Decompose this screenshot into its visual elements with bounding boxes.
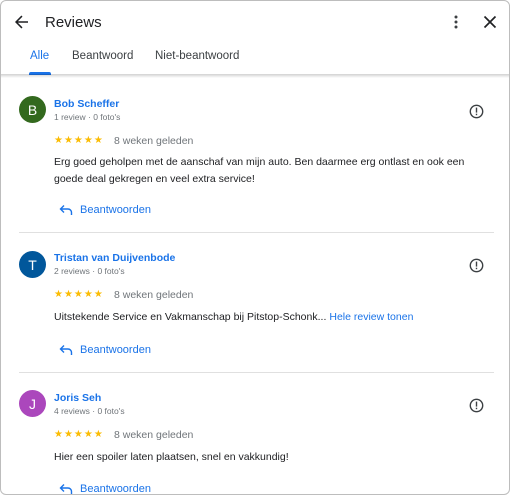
tab-alle[interactable]: Alle xyxy=(30,50,49,62)
review-text-body: Uitstekende Service en Vakmanschap bij P… xyxy=(54,311,327,323)
avatar[interactable]: J xyxy=(19,390,46,417)
review-text-body: Erg goed geholpen met de aanschaf van mi… xyxy=(54,156,465,185)
review-author[interactable]: Bob Scheffer xyxy=(54,98,119,110)
reply-icon xyxy=(59,204,73,216)
review-text: Erg goed geholpen met de aanschaf van mi… xyxy=(54,154,494,187)
divider xyxy=(19,372,494,373)
reply-icon xyxy=(59,483,73,494)
reply-label: Beantwoorden xyxy=(80,483,151,495)
star-rating: ★★★★★ xyxy=(54,289,104,300)
reply-label: Beantwoorden xyxy=(80,204,151,216)
report-flag-icon[interactable] xyxy=(467,396,485,414)
review-date: 8 weken geleden xyxy=(114,289,194,301)
close-icon[interactable] xyxy=(478,10,502,34)
review-meta: 2 reviews · 0 foto's xyxy=(54,266,125,276)
tabs-shadow xyxy=(1,74,509,78)
review-meta: 1 review · 0 foto's xyxy=(54,112,121,122)
report-flag-icon[interactable] xyxy=(467,256,485,274)
arrow-back-icon[interactable] xyxy=(10,10,34,34)
review-author[interactable]: Joris Seh xyxy=(54,392,101,404)
avatar[interactable]: T xyxy=(19,251,46,278)
review-text: Hier een spoiler laten plaatsen, snel en… xyxy=(54,449,494,466)
reviews-dialog: Reviews Alle Beantwoord Niet-beantwoord … xyxy=(0,0,510,495)
show-full-review-link[interactable]: Hele review tonen xyxy=(329,311,413,323)
reply-button[interactable]: Beantwoorden xyxy=(59,204,151,216)
dialog-header: Reviews xyxy=(1,1,509,43)
reply-label: Beantwoorden xyxy=(80,344,151,356)
avatar[interactable]: B xyxy=(19,96,46,123)
tab-beantwoord[interactable]: Beantwoord xyxy=(72,50,133,62)
reply-button[interactable]: Beantwoorden xyxy=(59,344,151,356)
tab-bar: Alle Beantwoord Niet-beantwoord xyxy=(1,43,509,75)
more-vertical-icon[interactable] xyxy=(444,10,468,34)
reply-button[interactable]: Beantwoorden xyxy=(59,483,151,495)
report-flag-icon[interactable] xyxy=(467,102,485,120)
reply-icon xyxy=(59,344,73,356)
review-text-body: Hier een spoiler laten plaatsen, snel en… xyxy=(54,451,289,463)
tab-niet-beantwoord[interactable]: Niet-beantwoord xyxy=(155,50,239,62)
star-rating: ★★★★★ xyxy=(54,429,104,440)
star-rating: ★★★★★ xyxy=(54,135,104,146)
review-author[interactable]: Tristan van Duijvenbode xyxy=(54,252,175,264)
divider xyxy=(19,232,494,233)
review-text: Uitstekende Service en Vakmanschap bij P… xyxy=(54,309,494,326)
review-meta: 4 reviews · 0 foto's xyxy=(54,406,125,416)
page-title: Reviews xyxy=(45,14,102,31)
review-date: 8 weken geleden xyxy=(114,135,194,147)
review-date: 8 weken geleden xyxy=(114,429,194,441)
